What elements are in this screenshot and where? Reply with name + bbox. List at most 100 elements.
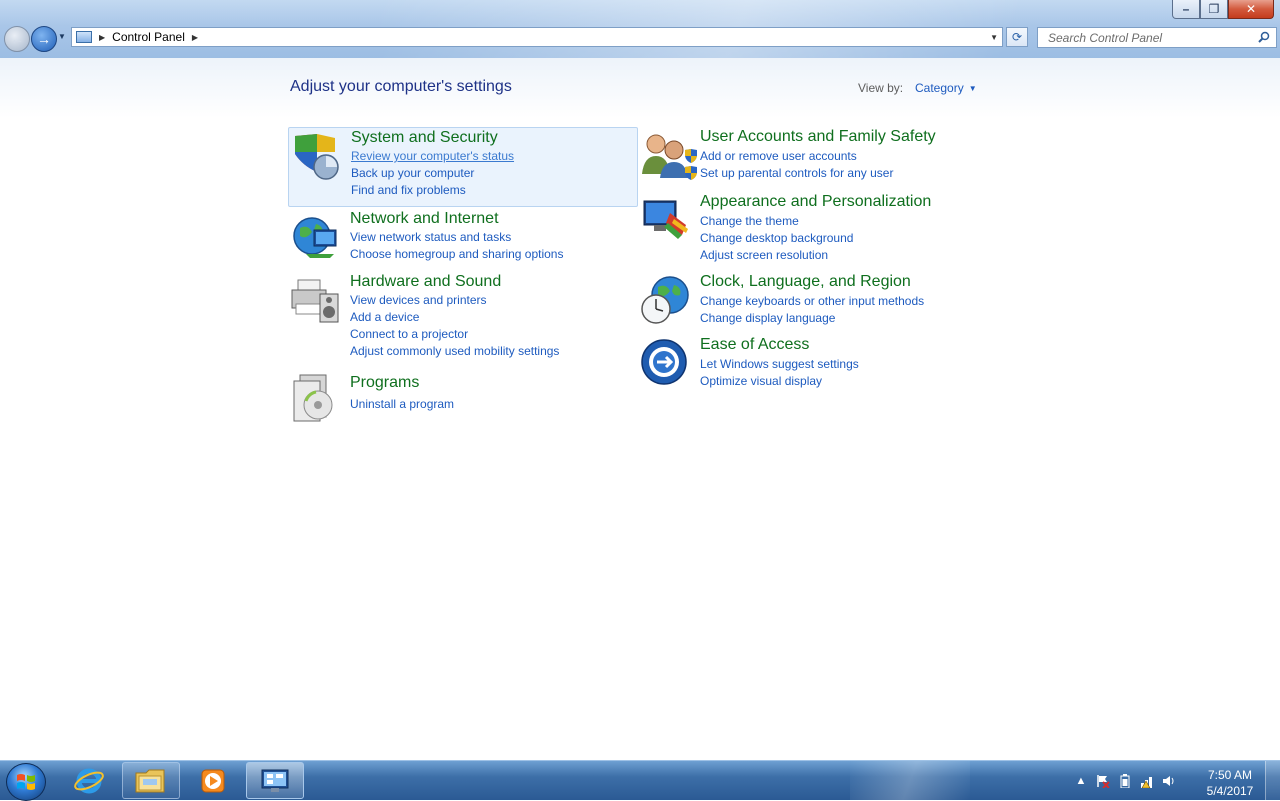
category-programs[interactable]: Programs Uninstall a program	[288, 373, 638, 423]
category-links: Let Windows suggest settings Optimize vi…	[700, 356, 859, 390]
dropdown-arrow-icon[interactable]: ▼	[969, 84, 977, 93]
forward-button[interactable]: →	[31, 26, 57, 52]
category-system-and-security[interactable]: System and Security Review your computer…	[288, 127, 638, 207]
link-optimize-visual[interactable]: Optimize visual display	[700, 373, 859, 390]
link-network-status[interactable]: View network status and tasks	[350, 229, 563, 246]
link-label: Add or remove user accounts	[700, 149, 857, 163]
address-dropdown-icon[interactable]: ▼	[990, 33, 998, 42]
shield-icon	[295, 134, 339, 180]
taskbar-internet-explorer[interactable]	[60, 762, 118, 799]
link-review-status[interactable]: Review your computer's status	[351, 148, 514, 165]
taskbar-media-player[interactable]	[184, 762, 242, 799]
link-parental-controls[interactable]: Set up parental controls for any user	[684, 165, 893, 182]
category-links: Add or remove user accounts Set up paren…	[685, 148, 893, 182]
category-heading[interactable]: Network and Internet	[350, 210, 499, 228]
category-heading[interactable]: User Accounts and Family Safety	[700, 128, 936, 146]
link-label: Set up parental controls for any user	[700, 166, 894, 180]
maximize-button[interactable]: ❐	[1200, 0, 1228, 19]
back-arrow-icon: ←	[10, 31, 24, 47]
search-icon[interactable]	[1258, 31, 1270, 43]
uac-shield-icon	[685, 149, 697, 163]
ease-of-access-icon	[641, 339, 687, 385]
category-hardware-and-sound[interactable]: Hardware and Sound View devices and prin…	[288, 272, 638, 362]
link-add-device[interactable]: Add a device	[350, 309, 559, 326]
link-change-theme[interactable]: Change the theme	[700, 213, 853, 230]
link-desktop-background[interactable]: Change desktop background	[700, 230, 853, 247]
category-appearance[interactable]: Appearance and Personalization Change th…	[638, 192, 988, 262]
clock-date: 5/4/2017	[1206, 784, 1254, 798]
link-homegroup[interactable]: Choose homegroup and sharing options	[350, 246, 563, 263]
link-uninstall-program[interactable]: Uninstall a program	[350, 396, 454, 413]
start-button[interactable]	[6, 763, 46, 801]
category-links: Uninstall a program	[350, 396, 454, 413]
category-heading[interactable]: Clock, Language, and Region	[700, 273, 911, 291]
taskbar: ▲ 7:50 AM 5/4/2017	[0, 760, 1280, 801]
clock-globe-icon	[641, 276, 689, 324]
search-input[interactable]	[1046, 29, 1250, 46]
category-heading[interactable]: System and Security	[351, 129, 498, 147]
link-keyboards-input[interactable]: Change keyboards or other input methods	[700, 293, 924, 310]
programs-disc-icon	[293, 374, 333, 422]
page-title: Adjust your computer's settings	[290, 78, 512, 95]
printer-speaker-icon	[291, 279, 339, 323]
action-center-flag-icon[interactable]	[1096, 774, 1110, 788]
uac-shield-icon	[685, 166, 697, 180]
battery-icon[interactable]	[1118, 774, 1132, 788]
category-links: View devices and printers Add a device C…	[350, 292, 559, 360]
category-heading[interactable]: Appearance and Personalization	[700, 193, 931, 211]
view-by-label: View by:	[858, 81, 904, 95]
breadcrumb-chevron-icon[interactable]: ▶	[99, 33, 105, 42]
file-explorer-icon	[135, 769, 165, 792]
category-links: Change keyboards or other input methods …	[700, 293, 924, 327]
users-icon	[642, 134, 688, 178]
breadcrumb-control-panel[interactable]: Control Panel	[112, 30, 185, 44]
category-heading[interactable]: Ease of Access	[700, 336, 809, 354]
link-suggest-settings[interactable]: Let Windows suggest settings	[700, 356, 859, 373]
close-button[interactable]: ✕	[1228, 0, 1274, 19]
link-add-remove-accounts[interactable]: Add or remove user accounts	[684, 148, 893, 165]
windows-logo-icon	[17, 774, 35, 790]
link-devices-printers[interactable]: View devices and printers	[350, 292, 559, 309]
category-heading[interactable]: Hardware and Sound	[350, 273, 501, 291]
window-controls: – ❐ ✕	[1172, 0, 1274, 19]
category-links: Review your computer's status Back up yo…	[351, 148, 514, 199]
search-box[interactable]	[1037, 27, 1277, 48]
monitor-palette-icon	[643, 200, 688, 239]
clock-time: 7:50 AM	[1207, 768, 1253, 782]
refresh-icon: ⟳	[1011, 30, 1023, 44]
media-player-icon	[201, 769, 225, 792]
recent-pages-dropdown[interactable]: ▼	[58, 32, 66, 41]
system-tray: ▲	[1074, 761, 1176, 801]
control-panel-small-icon	[76, 31, 92, 43]
taskbar-file-explorer[interactable]	[122, 762, 180, 799]
category-clock-language-region[interactable]: Clock, Language, and Region Change keybo…	[638, 272, 988, 332]
address-bar[interactable]: ▶ Control Panel ▶ ▼	[71, 27, 1003, 47]
link-display-language[interactable]: Change display language	[700, 310, 924, 327]
taskbar-clock[interactable]: 7:50 AM 5/4/2017	[1196, 767, 1264, 799]
view-by-value[interactable]: Category	[915, 81, 964, 95]
refresh-button[interactable]: ⟳	[1006, 27, 1028, 47]
link-mobility-settings[interactable]: Adjust commonly used mobility settings	[350, 343, 559, 360]
taskbar-control-panel[interactable]	[246, 762, 304, 799]
show-desktop-button[interactable]	[1265, 761, 1280, 801]
network-warning-icon[interactable]	[1140, 774, 1154, 788]
network-globe-icon	[293, 217, 337, 258]
internet-explorer-icon	[74, 768, 104, 793]
category-links: View network status and tasks Choose hom…	[350, 229, 563, 263]
category-ease-of-access[interactable]: Ease of Access Let Windows suggest setti…	[638, 335, 988, 395]
link-backup[interactable]: Back up your computer	[351, 165, 514, 182]
show-hidden-icons-icon[interactable]: ▲	[1074, 774, 1088, 788]
window-titlebar: – ❐ ✕ ← → ▼ ▶ Control Panel ▶ ▼ ⟳	[0, 0, 1280, 58]
link-screen-resolution[interactable]: Adjust screen resolution	[700, 247, 853, 264]
category-network-and-internet[interactable]: Network and Internet View network status…	[288, 209, 638, 269]
breadcrumb-chevron-icon[interactable]: ▶	[192, 33, 198, 42]
category-heading[interactable]: Programs	[350, 374, 419, 392]
link-connect-projector[interactable]: Connect to a projector	[350, 326, 559, 343]
back-button[interactable]: ←	[4, 26, 30, 52]
link-find-fix-problems[interactable]: Find and fix problems	[351, 182, 514, 199]
view-by-dropdown[interactable]: Category ▼	[915, 81, 977, 95]
control-panel-icon	[261, 769, 289, 792]
minimize-button[interactable]: –	[1172, 0, 1200, 19]
category-user-accounts[interactable]: User Accounts and Family Safety Add or r…	[638, 127, 988, 187]
volume-icon[interactable]	[1162, 774, 1176, 788]
